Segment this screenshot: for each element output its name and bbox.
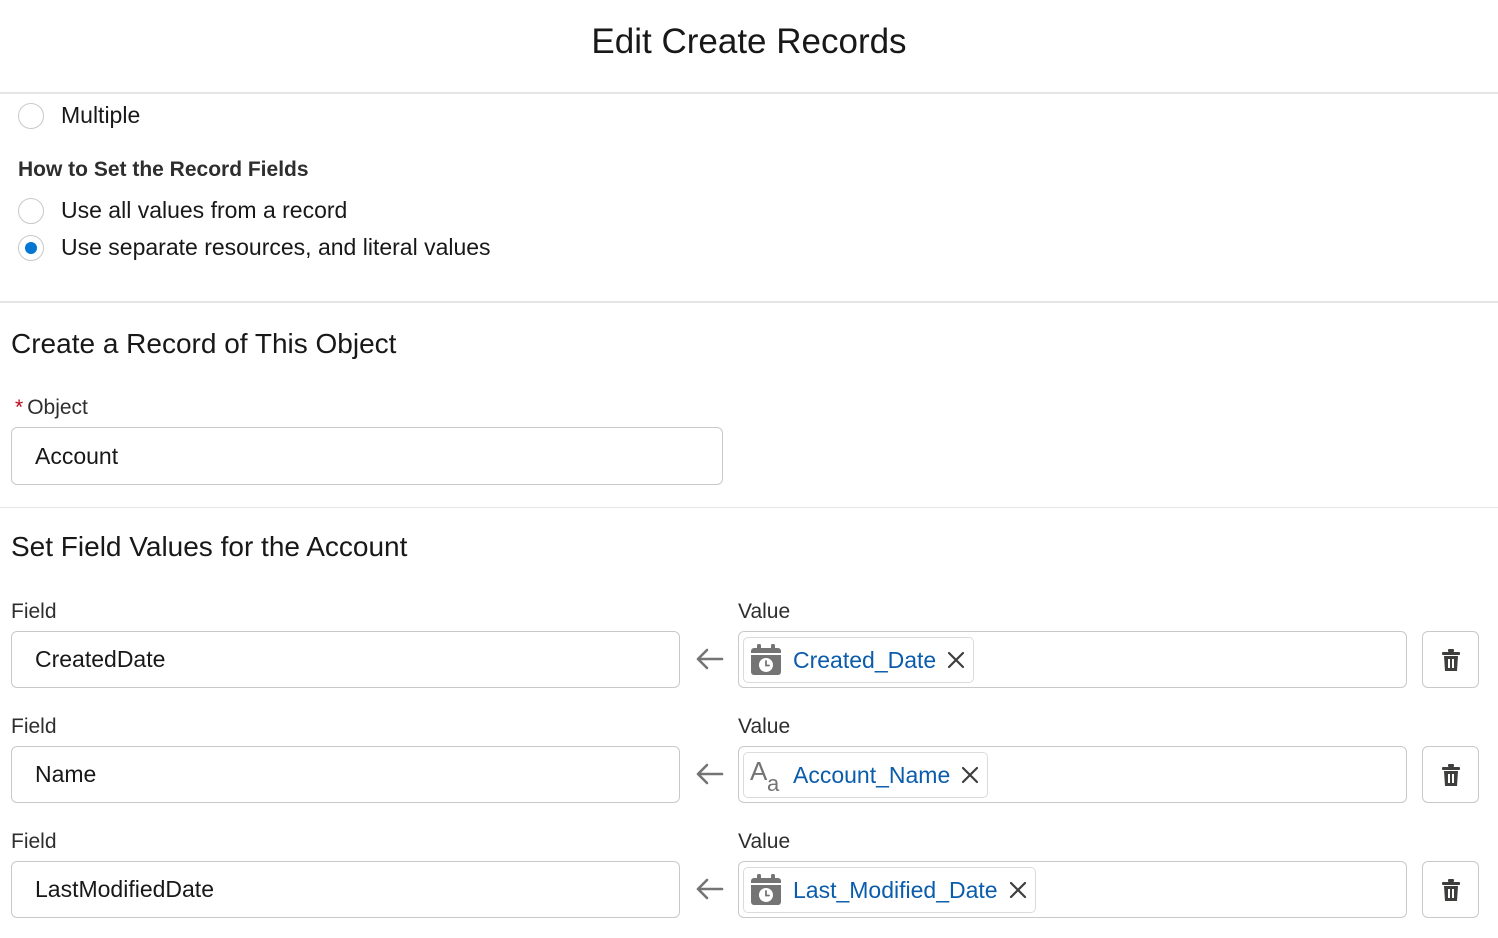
value-pill: A a Account_Name — [743, 752, 989, 798]
trash-icon — [1441, 878, 1460, 901]
arrow-left-icon — [696, 878, 724, 900]
radio-label: Multiple — [61, 102, 141, 128]
value-pill-text: Created_Date — [793, 646, 937, 673]
radio-button[interactable] — [18, 197, 44, 224]
value-pill-text: Last_Modified_Date — [793, 876, 998, 903]
svg-text:a: a — [767, 771, 780, 792]
field-input-value: Name — [35, 761, 97, 787]
object-input-value: Account — [35, 442, 119, 469]
svg-text:A: A — [750, 758, 768, 786]
radio-option-multiple[interactable]: Multiple — [18, 102, 140, 129]
section-divider — [0, 301, 1498, 303]
radio-label: Use separate resources, and literal valu… — [61, 234, 491, 260]
field-input[interactable]: CreatedDate — [11, 631, 680, 688]
object-input[interactable]: Account — [11, 427, 723, 485]
close-icon[interactable] — [947, 651, 965, 669]
required-marker: * — [15, 396, 24, 419]
field-input[interactable]: LastModifiedDate — [11, 861, 680, 918]
radio-button-selected[interactable] — [18, 234, 44, 261]
delete-row-button[interactable] — [1422, 631, 1479, 688]
arrow-left-icon — [696, 648, 724, 670]
text-variable-icon: A a — [748, 757, 784, 793]
arrow-left-icon — [696, 763, 724, 785]
object-label: * Object — [15, 396, 88, 420]
field-input[interactable]: Name — [11, 746, 680, 803]
value-label: Value — [738, 715, 791, 738]
trash-icon — [1441, 648, 1460, 671]
field-input-value: LastModifiedDate — [35, 876, 214, 902]
radio-option-separate-resources[interactable]: Use separate resources, and literal valu… — [18, 234, 491, 261]
radio-label: Use all values from a record — [61, 197, 348, 223]
date-variable-icon — [748, 872, 784, 908]
trash-icon — [1441, 763, 1460, 786]
delete-row-button[interactable] — [1422, 861, 1479, 918]
value-label: Value — [738, 600, 791, 623]
radio-button[interactable] — [18, 102, 44, 129]
value-pill-text: Account_Name — [793, 761, 951, 788]
field-label: Field — [11, 830, 57, 853]
field-input-value: CreatedDate — [35, 646, 166, 672]
close-icon[interactable] — [961, 766, 979, 784]
how-to-set-heading: How to Set the Record Fields — [18, 158, 309, 181]
object-label-text: Object — [27, 396, 88, 419]
field-values-section-title: Set Field Values for the Account — [11, 531, 408, 562]
radio-option-use-all-values[interactable]: Use all values from a record — [18, 197, 347, 224]
delete-row-button[interactable] — [1422, 746, 1479, 803]
modal-header: Edit Create Records — [0, 0, 1498, 94]
object-section-title: Create a Record of This Object — [11, 328, 397, 359]
field-label: Field — [11, 600, 57, 623]
field-label: Field — [11, 715, 57, 738]
close-icon[interactable] — [1009, 881, 1027, 899]
date-variable-icon — [748, 642, 784, 678]
section-divider — [0, 507, 1498, 508]
value-pill: Last_Modified_Date — [743, 867, 1036, 913]
value-label: Value — [738, 830, 791, 853]
modal-title: Edit Create Records — [591, 22, 907, 61]
value-pill: Created_Date — [743, 637, 975, 683]
